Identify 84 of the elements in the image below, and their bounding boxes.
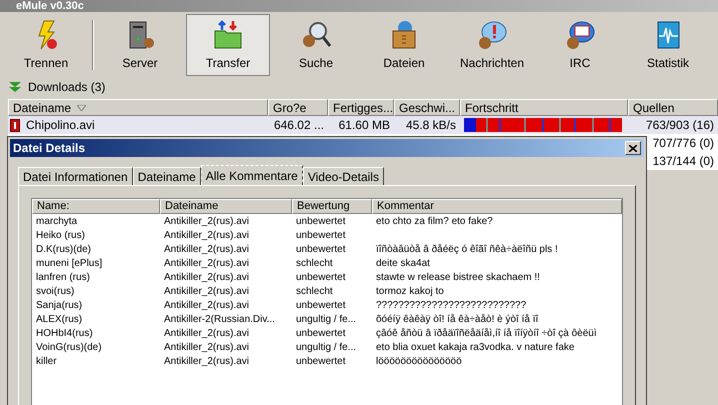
- table-cell: VoinG(rus)(de): [36, 342, 102, 353]
- table-cell: Antikiller_2(rus).avi: [164, 356, 250, 367]
- table-cell: Antikiller_2(rus).avi: [164, 216, 250, 227]
- table-cell: ???????????????????????????: [376, 300, 526, 311]
- table-cell: unbewertet: [296, 272, 346, 283]
- table-cell: Antikiller_2(rus).avi: [164, 244, 250, 255]
- table-cell: Antikiller_2(rus).avi: [164, 272, 250, 283]
- column-header[interactable]: Fortschritt: [460, 99, 628, 116]
- double-arrow-down-icon: [8, 81, 22, 93]
- table-cell: HOHbI4(rus): [36, 328, 93, 339]
- toolbar-button[interactable]: Dateien: [362, 14, 446, 76]
- speech-bubble-icon: [476, 18, 508, 50]
- table-cell: unbewertet: [296, 244, 346, 255]
- table-cell: D.K(rus)(de): [36, 244, 92, 255]
- table-cell: unbewertet: [296, 328, 346, 339]
- downloads-label: Downloads (3): [28, 79, 106, 96]
- table-cell: unbewertet: [296, 230, 346, 241]
- downloaded-amount: 61.60 MB: [338, 118, 390, 132]
- table-cell: lanfren (rus): [36, 272, 90, 283]
- download-speed: 45.8 kB/s: [406, 118, 456, 132]
- tab[interactable]: Video-Details: [302, 167, 384, 185]
- file-size: 646.02 ...: [274, 118, 324, 132]
- column-header[interactable]: Dateiname: [8, 99, 268, 116]
- table-cell: Antikiller_2(rus).avi: [164, 328, 250, 339]
- window-title: eMule v0.30c: [16, 0, 84, 12]
- table-cell: lööööööööööööööö: [376, 356, 462, 367]
- table-cell: muneni [ePlus]: [36, 258, 102, 269]
- table-cell: unbewertet: [296, 356, 346, 367]
- toolbar-button[interactable]: Trennen: [4, 14, 88, 76]
- table-cell: killer: [36, 356, 57, 367]
- file-name: Chipolino.avi: [26, 117, 95, 134]
- column-header[interactable]: Gro?e: [268, 99, 328, 116]
- sources-count: 763/903 (16): [646, 118, 714, 132]
- table-cell: ïîñòàâüòå â ðåéëç ó êîãî ñêà÷àëîñü pls !: [376, 244, 558, 255]
- table-cell: marchyta: [36, 216, 78, 227]
- table-cell: ungultig / fe...: [296, 314, 356, 325]
- table-cell: deite ska4at: [376, 258, 430, 269]
- table-cell: unbewertet: [296, 216, 346, 227]
- download-row[interactable]: Chipolino.avi 646.02 ... 61.60 MB 45.8 kB/s 763/903 (16): [8, 116, 718, 134]
- table-cell: Sanja(rus): [36, 300, 82, 311]
- table-cell: Antikiller_2(rus).avi: [164, 258, 250, 269]
- dialog-title: Datei Details: [13, 140, 86, 157]
- folder-icon: [212, 18, 244, 50]
- column-header[interactable]: Kommentar: [372, 199, 622, 214]
- column-header[interactable]: Geschwi...: [394, 99, 460, 116]
- table-cell: tormoz kakoj to: [376, 286, 444, 297]
- table-cell: eto blia oxuet kakaja ra3vodka. v nature fake: [376, 342, 574, 353]
- table-cell: ungultig / fe...: [296, 342, 356, 353]
- toolbar-button[interactable]: Transfer: [186, 14, 270, 76]
- table-cell: çâóê åñòü â ïðåäïîñëåäíåì,íî íå ïîíÿòíî ÷òî çà ôèëüì: [376, 328, 597, 339]
- column-header[interactable]: Dateiname: [160, 199, 292, 214]
- table-cell: Antikiller_2(rus).avi: [164, 286, 250, 297]
- sources-count: 137/144 (0): [652, 154, 714, 168]
- table-cell: eto chto za film? eto fake?: [376, 216, 493, 227]
- table-cell: Antikiller_2(rus).avi: [164, 300, 250, 311]
- column-header[interactable]: Quellen: [628, 99, 718, 116]
- table-cell: Heiko (rus): [36, 230, 85, 241]
- toolbar-button[interactable]: Statistik: [626, 14, 710, 76]
- close-button[interactable]: [625, 141, 641, 155]
- table-cell: schlecht: [296, 258, 333, 269]
- column-header[interactable]: Bewertung: [292, 199, 372, 214]
- table-cell: Antikiller_2(rus).avi: [164, 342, 250, 353]
- toolbar-button[interactable]: Suche: [274, 14, 358, 76]
- column-header[interactable]: Fertigges...: [328, 99, 394, 116]
- table-cell: Antikiller-2(Russian.Div...: [164, 314, 275, 325]
- table-cell: stawte w release bistree skachaem !!: [376, 272, 540, 283]
- table-cell: svoi(rus): [36, 286, 74, 297]
- file-icon: [10, 118, 20, 132]
- table-cell: unbewertet: [296, 300, 346, 311]
- toolbar-button[interactable]: Server: [98, 14, 182, 76]
- tab[interactable]: Alle Kommentare: [200, 165, 303, 185]
- table-cell: õóéíÿ êàêàÿ òî! íå êà÷àåò! è ýòî íå ïî: [376, 314, 538, 325]
- close-icon: [629, 144, 637, 152]
- toolbar-button[interactable]: Nachrichten: [450, 14, 534, 76]
- toolbar-button[interactable]: IRC: [538, 14, 622, 76]
- table-cell: ALEX(rus): [36, 314, 82, 325]
- table-cell: Antikiller_2(rus).avi: [164, 230, 250, 241]
- sort-arrow-icon: [77, 104, 86, 110]
- table-cell: schlecht: [296, 286, 333, 297]
- column-header[interactable]: Name:: [32, 199, 160, 214]
- chat-bubble-icon: [564, 18, 596, 50]
- sources-count: 707/776 (0): [652, 136, 714, 150]
- tab[interactable]: Dateiname: [132, 167, 201, 185]
- tab[interactable]: Datei Informationen: [18, 167, 133, 185]
